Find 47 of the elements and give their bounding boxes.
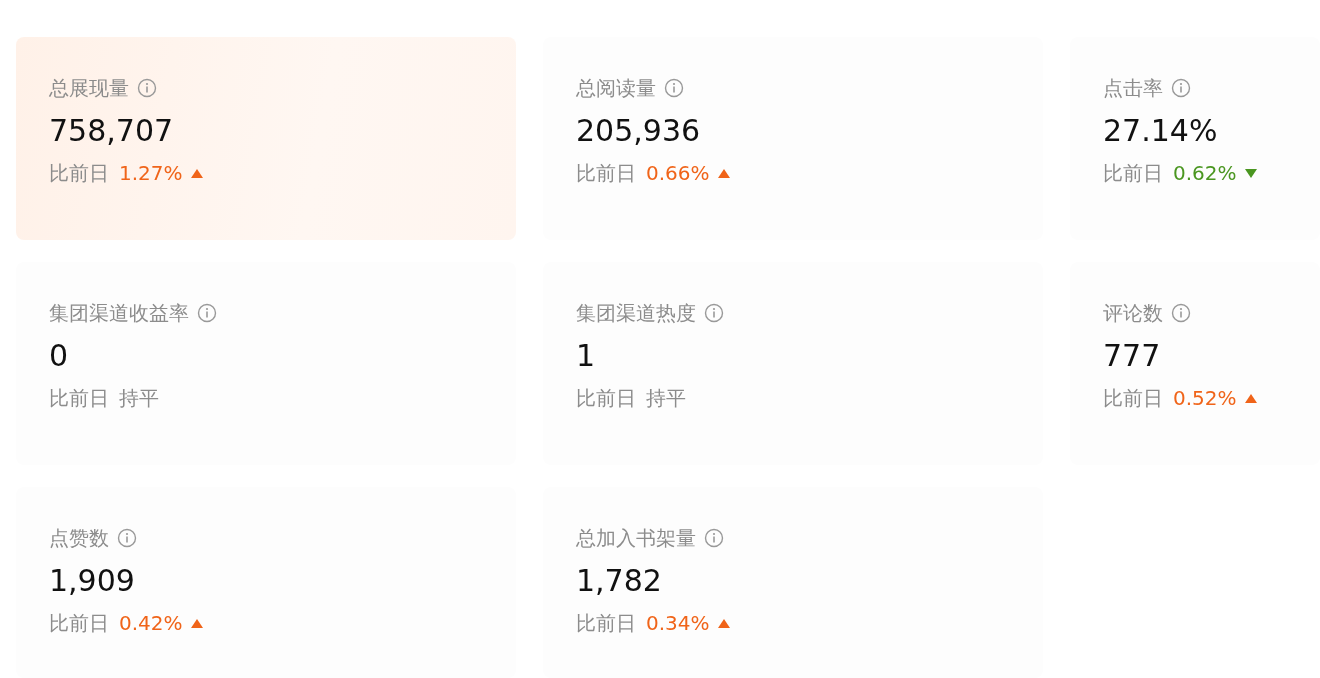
metric-value: 1,782 (576, 562, 663, 600)
info-icon[interactable] (704, 303, 724, 323)
change-value: 0.42% (119, 611, 183, 635)
change-value: 持平 (119, 384, 159, 412)
metric-value: 777 (1103, 337, 1162, 375)
metric-label: 评论数 (1103, 299, 1163, 327)
metric-label: 点赞数 (49, 524, 109, 552)
change-value: 0.34% (646, 611, 710, 635)
up-triangle-icon (717, 167, 730, 179)
metric-label: 集团渠道热度 (576, 299, 696, 327)
down-triangle-icon (1244, 167, 1257, 179)
metric-value: 758,707 (49, 112, 175, 150)
up-triangle-icon (717, 617, 730, 629)
info-icon[interactable] (704, 528, 724, 548)
info-icon[interactable] (117, 528, 137, 548)
info-icon[interactable] (137, 78, 157, 98)
compare-label: 比前日 (49, 159, 109, 187)
info-icon[interactable] (1171, 303, 1191, 323)
change-value: 0.66% (646, 161, 710, 185)
up-triangle-icon (1244, 392, 1257, 404)
metric-value: 1,909 (49, 562, 136, 600)
compare-label: 比前日 (49, 609, 109, 637)
metric-label: 总加入书架量 (576, 524, 696, 552)
metric-value: 27.14% (1103, 112, 1219, 150)
metric-label: 总展现量 (49, 74, 129, 102)
up-triangle-icon (190, 617, 203, 629)
change-value: 0.62% (1173, 161, 1237, 185)
compare-label: 比前日 (1103, 159, 1163, 187)
metric-value: 205,936 (576, 112, 702, 150)
stat-card[interactable]: 总展现量 758,707 比前日 1.27% (16, 37, 516, 240)
info-icon[interactable] (1171, 78, 1191, 98)
compare-label: 比前日 (576, 384, 636, 412)
change-value: 0.52% (1173, 386, 1237, 410)
metric-label: 点击率 (1103, 74, 1163, 102)
metric-label: 总阅读量 (576, 74, 656, 102)
change-value: 持平 (646, 384, 686, 412)
compare-label: 比前日 (1103, 384, 1163, 412)
metric-value: 0 (49, 337, 70, 375)
change-value: 1.27% (119, 161, 183, 185)
compare-label: 比前日 (576, 609, 636, 637)
metric-value: 1 (576, 337, 597, 375)
info-icon[interactable] (197, 303, 217, 323)
compare-label: 比前日 (576, 159, 636, 187)
info-icon[interactable] (664, 78, 684, 98)
up-triangle-icon (190, 167, 203, 179)
metric-label: 集团渠道收益率 (49, 299, 189, 327)
compare-label: 比前日 (49, 384, 109, 412)
